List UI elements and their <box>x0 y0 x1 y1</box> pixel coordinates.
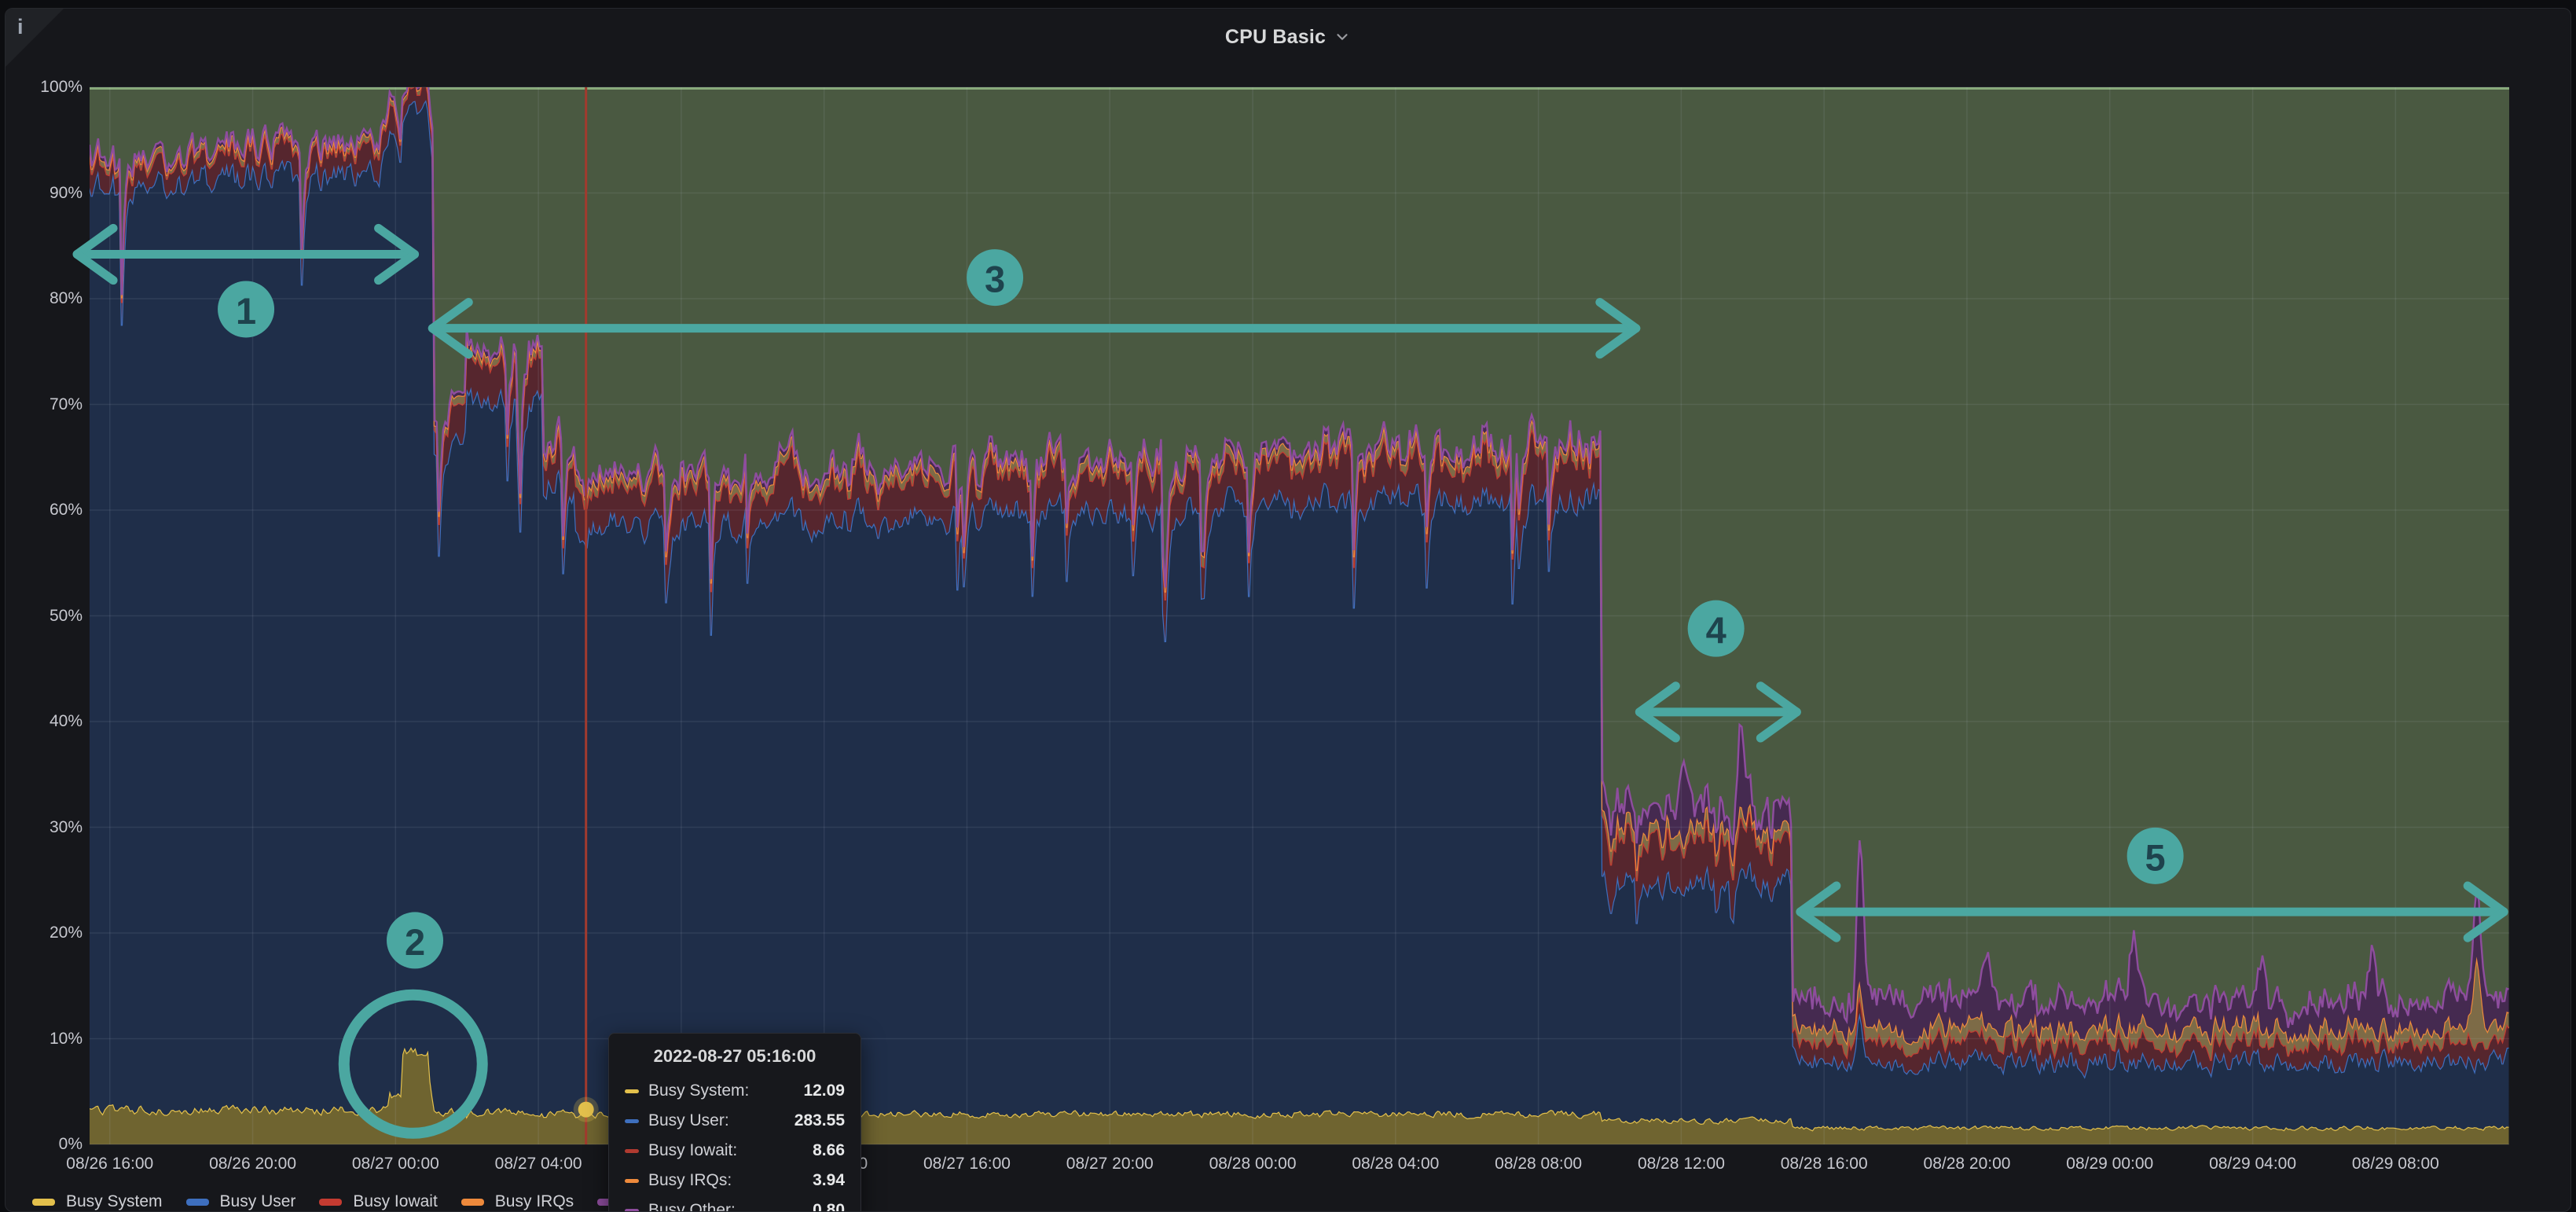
annotation-badge-2: 2 <box>387 912 443 968</box>
legend-swatch <box>32 1199 55 1206</box>
tooltip-series-label: Busy Iowait: <box>648 1141 737 1160</box>
legend-label: Busy IRQs <box>495 1192 574 1211</box>
x-tick-label: 08/28 00:00 <box>1209 1155 1297 1173</box>
cpu-basic-panel: i CPU Basic 12345 0%10%20%30%40%50%60%70… <box>5 8 2571 1212</box>
svg-text:4: 4 <box>1706 609 1727 651</box>
x-tick-label: 08/28 04:00 <box>1352 1155 1439 1173</box>
x-tick-label: 08/26 16:00 <box>66 1155 153 1173</box>
tooltip-series-swatch <box>625 1119 639 1123</box>
y-tick-label: 60% <box>7 501 83 520</box>
y-tick-label: 70% <box>7 395 83 414</box>
annotation-badge-1: 1 <box>218 281 274 337</box>
svg-text:3: 3 <box>985 259 1005 300</box>
legend-label: Busy System <box>66 1192 163 1211</box>
y-tick-label: 20% <box>7 924 83 942</box>
annotation-badge-3: 3 <box>967 249 1023 306</box>
x-tick-label: 08/29 04:00 <box>2209 1155 2296 1173</box>
tooltip-series-value: 8.66 <box>813 1141 845 1160</box>
tooltip-series-swatch <box>625 1089 639 1093</box>
tooltip-series-value: 12.09 <box>803 1082 845 1100</box>
annotation-badge-4: 4 <box>1688 600 1745 657</box>
x-tick-label: 08/29 00:00 <box>2066 1155 2153 1173</box>
y-tick-label: 10% <box>7 1030 83 1049</box>
y-tick-label: 90% <box>7 184 83 203</box>
legend-item-user[interactable]: Busy User <box>186 1192 296 1211</box>
y-tick-label: 30% <box>7 818 83 837</box>
y-tick-label: 40% <box>7 712 83 731</box>
tooltip-timestamp: 2022-08-27 05:16:00 <box>625 1046 845 1067</box>
svg-text:2: 2 <box>405 921 425 963</box>
x-tick-label: 08/28 16:00 <box>1781 1155 1868 1173</box>
legend-item-iowait[interactable]: Busy Iowait <box>319 1192 437 1211</box>
legend-swatch <box>461 1199 484 1206</box>
tooltip-series-label: Busy Other: <box>648 1201 736 1212</box>
tooltip-row: Busy Iowait: 8.66 <box>625 1136 845 1166</box>
y-tick-label: 50% <box>7 607 83 626</box>
legend-label: Busy Iowait <box>353 1192 437 1211</box>
legend-swatch <box>319 1199 342 1206</box>
svg-text:1: 1 <box>236 290 256 332</box>
tooltip-series-value: 283.55 <box>794 1111 845 1130</box>
legend-swatch <box>186 1199 209 1206</box>
y-tick-label: 80% <box>7 289 83 308</box>
tooltip-series-label: Busy System: <box>648 1082 749 1100</box>
x-tick-label: 08/27 20:00 <box>1066 1155 1154 1173</box>
tooltip-series-label: Busy IRQs: <box>648 1171 732 1190</box>
tooltip-row: Busy System: 12.09 <box>625 1076 845 1106</box>
x-tick-label: 08/29 08:00 <box>2352 1155 2439 1173</box>
hover-tooltip: 2022-08-27 05:16:00 Busy System:12.09Bus… <box>608 1033 861 1212</box>
legend-item-irqs[interactable]: Busy IRQs <box>461 1192 574 1211</box>
y-tick-label: 100% <box>7 78 83 97</box>
tooltip-series-swatch <box>625 1149 639 1153</box>
x-tick-label: 08/27 04:00 <box>495 1155 582 1173</box>
cpu-usage-chart[interactable]: 1 2 3 4 5 <box>6 9 2571 1212</box>
x-tick-label: 08/28 08:00 <box>1495 1155 1582 1173</box>
tooltip-row: Busy User: 283.55 <box>625 1106 845 1136</box>
tooltip-series-value: 3.94 <box>813 1171 845 1190</box>
x-tick-label: 08/27 00:00 <box>352 1155 439 1173</box>
tooltip-row: Busy Other: 0.80 <box>625 1195 845 1212</box>
x-tick-label: 08/28 12:00 <box>1638 1155 1725 1173</box>
legend-label: Busy User <box>220 1192 296 1211</box>
tooltip-series-swatch <box>625 1179 639 1183</box>
tooltip-row: Busy IRQs: 3.94 <box>625 1166 845 1195</box>
x-tick-label: 08/27 16:00 <box>923 1155 1011 1173</box>
tooltip-series-value: 0.80 <box>813 1201 845 1212</box>
legend-item-system[interactable]: Busy System <box>32 1192 163 1211</box>
cursor-marker <box>578 1102 594 1118</box>
tooltip-series-label: Busy User: <box>648 1111 729 1130</box>
x-tick-label: 08/26 20:00 <box>209 1155 296 1173</box>
annotation-badge-5: 5 <box>2127 828 2184 884</box>
y-tick-label: 0% <box>7 1135 83 1154</box>
tooltip-series-swatch <box>625 1209 639 1212</box>
x-tick-label: 08/28 20:00 <box>1924 1155 2011 1173</box>
svg-text:5: 5 <box>2145 836 2166 878</box>
